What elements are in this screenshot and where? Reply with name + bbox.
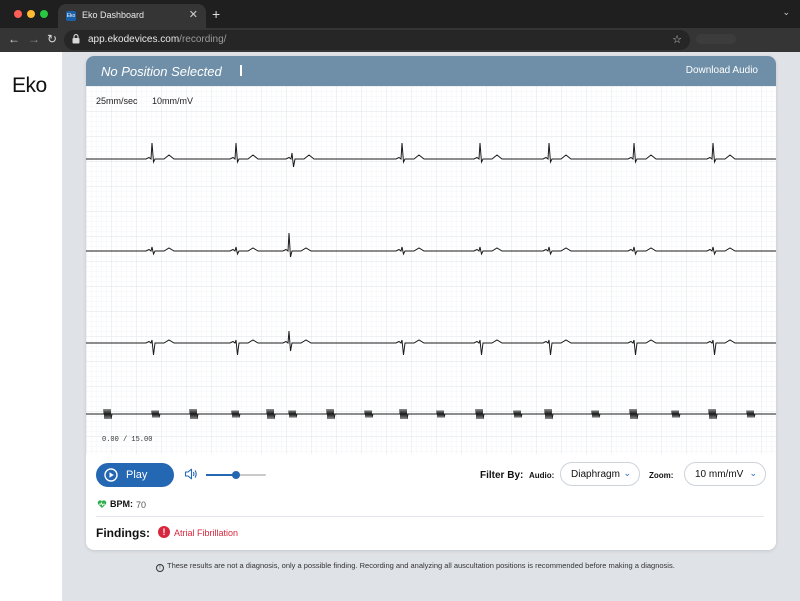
lock-icon [72, 34, 80, 44]
address-bar[interactable]: app.ekodevices.com/recording/ ☆ [64, 30, 690, 50]
volume-icon[interactable] [184, 467, 198, 481]
recording-header: No Position Selected Download Audio [86, 56, 776, 86]
chevron-down-icon: ⌄ [749, 468, 757, 478]
eko-logo[interactable]: Eko [12, 74, 47, 98]
disclaimer: ! These results are not a diagnosis, only… [156, 561, 675, 572]
zoom-select[interactable]: 10 mm/mV ⌄ [684, 462, 766, 486]
maximize-window-button[interactable] [40, 10, 48, 18]
sidebar: Eko [0, 52, 62, 601]
ecg-viewer[interactable]: 25mm/sec 10mm/mV 0.00 / 15.00 [86, 86, 776, 454]
audio-filter-value: Diaphragm [571, 469, 620, 480]
back-arrow-icon[interactable]: ← [8, 32, 20, 46]
play-icon [104, 468, 118, 482]
download-audio-button[interactable]: Download Audio [686, 65, 758, 76]
forward-arrow-icon[interactable]: → [28, 32, 40, 46]
audio-filter-label: Audio: [529, 471, 555, 480]
url-path: /recording/ [179, 34, 227, 45]
filter-by-label: Filter By: [480, 470, 524, 481]
divider [96, 516, 764, 517]
audio-filter-select[interactable]: Diaphragm ⌄ [560, 462, 640, 486]
zoom-label: Zoom: [649, 471, 674, 480]
close-window-button[interactable] [14, 10, 22, 18]
position-title: No Position Selected [101, 64, 222, 79]
tab-search-chevron-icon[interactable]: ⌄ [782, 7, 790, 18]
page: Eko No Position Selected Download Audio [0, 52, 800, 601]
volume-slider[interactable] [206, 471, 266, 479]
bpm-label: BPM: [110, 499, 133, 509]
profile-avatar[interactable] [696, 34, 736, 44]
minimize-window-button[interactable] [27, 10, 35, 18]
reload-icon[interactable]: ↻ [47, 32, 57, 46]
tab-title: Eko Dashboard [82, 10, 145, 20]
volume-slider-thumb[interactable] [232, 471, 240, 479]
info-icon: ! [156, 564, 164, 572]
url-text: app.ekodevices.com/recording/ [88, 34, 226, 45]
ecg-grid [86, 86, 776, 454]
disclaimer-text: These results are not a diagnosis, only … [167, 561, 675, 570]
heart-pulse-icon [97, 500, 107, 508]
player-controls: Play Filter By: Audio: Diaphragm ⌄ Zoom:… [86, 454, 776, 550]
play-button[interactable]: Play [96, 463, 174, 487]
tab-close-icon[interactable]: ✕ [189, 8, 198, 21]
findings-label: Findings: [96, 526, 150, 540]
bookmark-star-icon[interactable]: ☆ [672, 33, 682, 46]
url-host: app.ekodevices.com [88, 34, 180, 45]
alert-icon: ! [158, 526, 170, 538]
new-tab-button[interactable]: + [212, 6, 220, 22]
play-label: Play [126, 469, 148, 481]
text-cursor [240, 65, 242, 76]
recording-card: No Position Selected Download Audio 25mm… [86, 56, 776, 550]
browser-toolbar: ← → ↻ app.ekodevices.com/recording/ ☆ [0, 28, 800, 52]
eko-favicon-icon: Eko [66, 11, 76, 21]
chevron-down-icon: ⌄ [623, 468, 631, 478]
browser-titlebar: Eko Eko Dashboard ✕ + ⌄ [0, 0, 800, 28]
playback-time: 0.00 / 15.00 [102, 436, 153, 444]
paper-speed-label: 25mm/sec [96, 96, 138, 106]
gain-label: 10mm/mV [152, 96, 194, 106]
finding-item: Atrial Fibrillation [174, 528, 239, 538]
bpm-value: 70 [136, 500, 147, 510]
zoom-value: 10 mm/mV [695, 469, 744, 480]
browser-tab[interactable]: Eko Eko Dashboard ✕ [58, 4, 206, 28]
